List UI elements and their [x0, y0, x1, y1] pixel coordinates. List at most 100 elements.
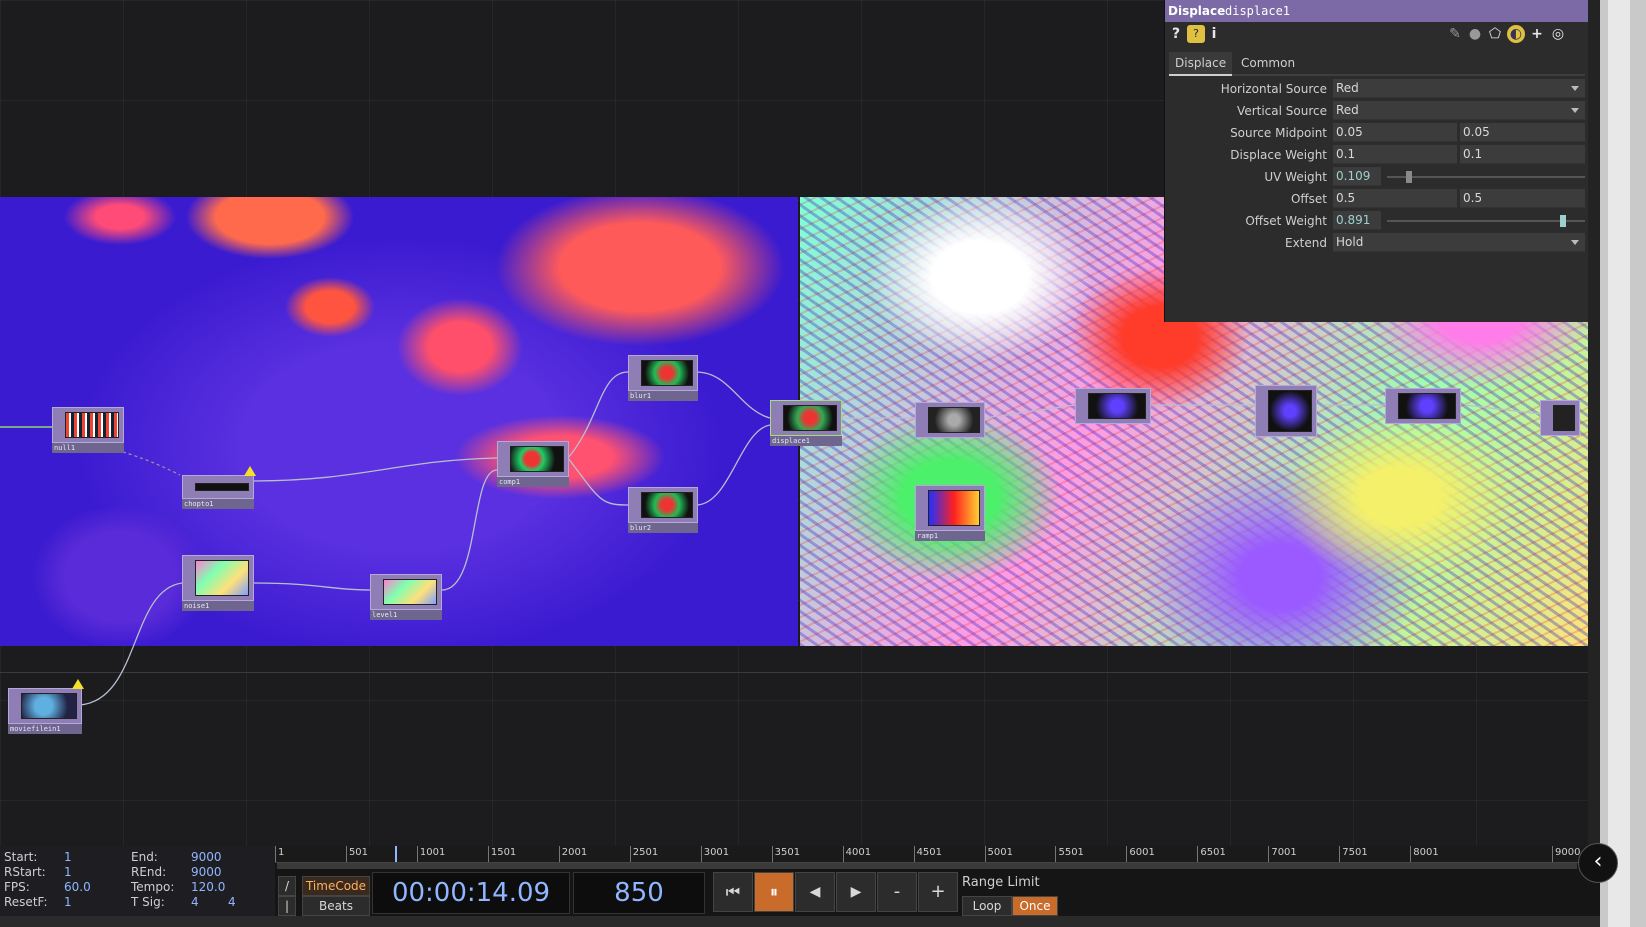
python-icon[interactable]: ◐: [1507, 25, 1525, 43]
zoom-in-button[interactable]: +: [918, 872, 958, 912]
fps-label: FPS:: [4, 880, 30, 894]
param-row-offset-weight: Offset Weight 0.891: [1165, 211, 1589, 231]
node-thumbnail: [1553, 405, 1575, 431]
once-button[interactable]: Once: [1012, 896, 1058, 916]
extend-menu[interactable]: Hold: [1333, 233, 1585, 252]
node-moviefilein1[interactable]: moviefilein1: [8, 679, 84, 734]
beats-button[interactable]: Beats: [302, 896, 370, 916]
rewind-button[interactable]: ⏮: [713, 872, 753, 912]
range-limit-label: Range Limit: [962, 875, 1040, 890]
offset-weight-field[interactable]: 0.891: [1333, 211, 1381, 230]
offset-weight-slider-thumb[interactable]: [1560, 215, 1567, 227]
end-value[interactable]: 9000: [191, 850, 222, 864]
node-thumbnail: [21, 693, 77, 719]
node-blur2[interactable]: blur2: [628, 487, 698, 533]
node-chopto1[interactable]: chopto1: [182, 466, 256, 521]
fps-value[interactable]: 60.0: [64, 880, 91, 894]
pause-button[interactable]: ⏸: [754, 872, 794, 912]
menu-value: Hold: [1336, 235, 1364, 249]
ruler-tick: 2001: [558, 846, 587, 862]
param-row-extend: Extend Hold: [1165, 233, 1589, 253]
node-null1[interactable]: null1: [52, 407, 124, 453]
zoom-out-button[interactable]: -: [877, 872, 917, 912]
frame-display[interactable]: 850: [573, 872, 705, 914]
tempo-value[interactable]: 120.0: [191, 880, 225, 894]
node-thumbnail: [641, 360, 693, 386]
playhead[interactable]: [395, 846, 398, 862]
vertical-source-menu[interactable]: Red: [1333, 101, 1585, 120]
help-icon[interactable]: ?: [1169, 25, 1183, 43]
node-ramp1[interactable]: ramp1: [915, 485, 985, 541]
tsig-numerator[interactable]: 4: [191, 895, 199, 909]
tab-common[interactable]: Common: [1235, 52, 1301, 74]
info-icon[interactable]: i: [1209, 25, 1219, 43]
tsig-label: T Sig:: [131, 895, 165, 909]
node-thumbnail: [928, 407, 980, 433]
node-noise1[interactable]: noise1: [182, 555, 254, 611]
comment-icon[interactable]: ●: [1467, 25, 1483, 43]
start-value[interactable]: 1: [64, 850, 72, 864]
uv-weight-slider-track[interactable]: [1387, 176, 1585, 178]
offset-weight-slider-track[interactable]: [1387, 220, 1585, 222]
rend-value[interactable]: 9000: [191, 865, 222, 879]
node-unlabeled-5[interactable]: [1540, 400, 1580, 446]
tsig-denominator[interactable]: 4: [228, 895, 236, 909]
ruler-tick: 5001: [984, 846, 1013, 862]
timeline-reset-icon[interactable]: |: [278, 896, 296, 916]
step-back-button[interactable]: ◀: [795, 872, 835, 912]
uv-weight-slider-thumb[interactable]: [1405, 171, 1412, 183]
displace-weight-y-field[interactable]: 0.1: [1460, 145, 1585, 164]
displace-weight-x-field[interactable]: 0.1: [1333, 145, 1457, 164]
bottom-scrollbar[interactable]: [0, 916, 1600, 927]
resetf-value[interactable]: 1: [64, 895, 72, 909]
param-label: Extend: [1285, 236, 1327, 250]
timeline-options-icon[interactable]: /: [278, 876, 296, 896]
node-label: blur1: [628, 391, 698, 401]
source-midpoint-x-field[interactable]: 0.05: [1333, 123, 1457, 142]
target-icon[interactable]: ◎: [1549, 25, 1567, 43]
ruler-tick: 7501: [1339, 846, 1368, 862]
ruler-tick: 5501: [1055, 846, 1084, 862]
offset-y-field[interactable]: 0.5: [1460, 189, 1585, 208]
node-body: [182, 555, 254, 601]
node-thumbnail: [783, 405, 837, 431]
edit-icon[interactable]: ✎: [1447, 25, 1463, 43]
add-icon[interactable]: +: [1529, 25, 1545, 43]
clone-icon[interactable]: ⬠: [1487, 25, 1503, 43]
rstart-value[interactable]: 1: [64, 865, 72, 879]
node-unlabeled-3[interactable]: [1255, 385, 1317, 437]
tab-displace[interactable]: Displace: [1169, 52, 1233, 76]
offset-x-field[interactable]: 0.5: [1333, 189, 1457, 208]
network-scrollbar[interactable]: [1588, 0, 1600, 846]
node-blur1[interactable]: blur1: [628, 355, 698, 401]
node-thumbnail: [1268, 390, 1312, 432]
loop-button[interactable]: Loop: [962, 896, 1012, 916]
back-chevron-icon[interactable]: ‹: [1578, 843, 1618, 883]
node-thumbnail: [195, 560, 249, 596]
node-label: noise1: [182, 601, 254, 611]
node-level1[interactable]: level1: [370, 574, 442, 620]
ruler-tick: 501: [345, 846, 368, 862]
node-body: [1075, 388, 1151, 424]
timecode-display[interactable]: 00:00:14.09: [372, 872, 570, 914]
timecode-button[interactable]: TimeCode: [302, 876, 370, 896]
source-midpoint-y-field[interactable]: 0.05: [1460, 123, 1585, 142]
menu-value: Red: [1336, 103, 1359, 117]
param-row-uv-weight: UV Weight 0.109: [1165, 167, 1589, 187]
node-unlabeled-4[interactable]: [1385, 388, 1461, 434]
op-name-field[interactable]: displace1: [1225, 0, 1290, 22]
node-displace1[interactable]: displace1: [770, 400, 842, 446]
frame-ruler[interactable]: 1 501 1001 1501 2001 2501 3001 3501 4001 4501 5001…: [275, 846, 1588, 863]
range-slider[interactable]: [277, 863, 1577, 869]
uv-weight-field[interactable]: 0.109: [1333, 167, 1381, 186]
timeline-bar: Start: 1 End: 9000 RStart: 1 REnd: 9000 …: [0, 846, 1600, 927]
rend-label: REnd:: [131, 865, 167, 879]
node-unlabeled-2[interactable]: [1075, 388, 1151, 434]
param-label: Offset: [1290, 192, 1327, 206]
node-comp1[interactable]: comp1: [497, 441, 569, 487]
horizontal-source-menu[interactable]: Red: [1333, 79, 1585, 98]
python-help-icon[interactable]: ?: [1187, 25, 1205, 43]
step-forward-button[interactable]: ▶: [836, 872, 876, 912]
start-label: Start:: [4, 850, 38, 864]
node-unlabeled-1[interactable]: [915, 402, 985, 448]
